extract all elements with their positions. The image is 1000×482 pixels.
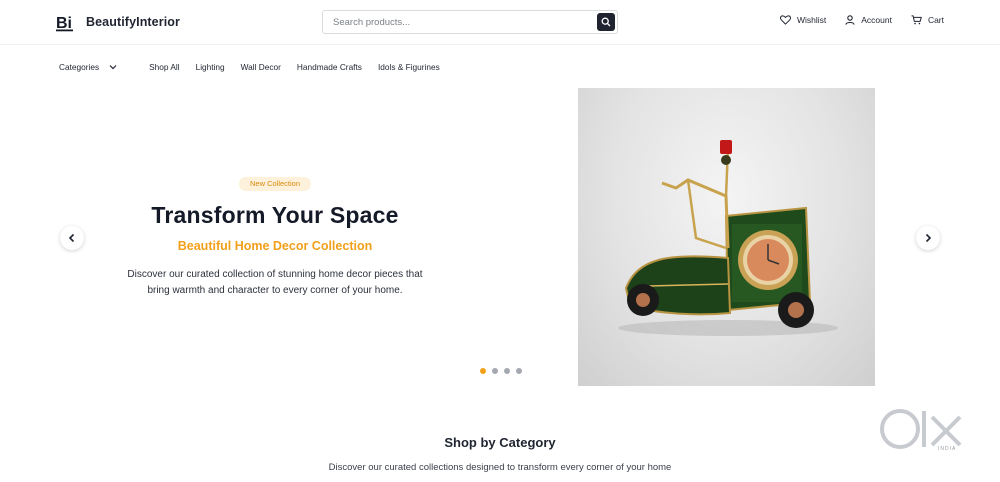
category-section-title: Shop by Category: [444, 435, 556, 450]
new-collection-badge: New Collection: [239, 177, 311, 191]
hero-subtitle: Beautiful Home Decor Collection: [177, 239, 373, 253]
search-icon: [601, 17, 611, 27]
logo-letters: Bi: [56, 15, 72, 32]
categories-dropdown[interactable]: Categories: [59, 62, 117, 72]
nav-item-idols-figurines[interactable]: Idols & Figurines: [378, 62, 440, 72]
categories-label: Categories: [59, 62, 100, 72]
brand-logo[interactable]: Bi BeautifyInterior: [56, 12, 180, 32]
scooter-clock-figurine-image: [618, 140, 838, 336]
hero-product-image[interactable]: [578, 88, 875, 386]
cart-label: Cart: [927, 15, 944, 25]
hero-carousel: New Collection Transform Your Space Beau…: [0, 88, 1000, 386]
hero-content: New Collection Transform Your Space Beau…: [100, 88, 450, 386]
search-bar: [322, 10, 618, 34]
cart-link[interactable]: Cart: [911, 15, 944, 25]
carousel-prev-button[interactable]: [60, 226, 84, 250]
account-link[interactable]: Account: [845, 15, 892, 25]
main-nav: Categories Shop All Lighting Wall Decor …: [59, 62, 456, 72]
chevron-right-icon: [925, 233, 932, 243]
nav-item-handmade-crafts[interactable]: Handmade Crafts: [297, 62, 362, 72]
nav-item-lighting[interactable]: Lighting: [196, 62, 225, 72]
site-header: Bi BeautifyInterior Wishlist Acc: [0, 0, 1000, 45]
chevron-left-icon: [68, 233, 75, 243]
heart-icon: [779, 15, 791, 25]
search-button[interactable]: [597, 13, 615, 31]
carousel-dots: [480, 368, 522, 374]
brand-name: BeautifyInterior: [86, 15, 180, 29]
account-label: Account: [861, 15, 892, 25]
header-actions: Wishlist Account Cart: [779, 15, 944, 25]
carousel-dot-2[interactable]: [492, 368, 498, 374]
wishlist-link[interactable]: Wishlist: [779, 15, 827, 25]
nav-item-shop-all[interactable]: Shop All: [149, 62, 179, 72]
hero-description: Discover our curated collection of stunn…: [127, 269, 423, 296]
search-input[interactable]: [323, 11, 599, 33]
carousel-dot-4[interactable]: [516, 368, 522, 374]
hero-title: Transform Your Space: [151, 202, 399, 228]
chevron-down-icon: [109, 65, 117, 70]
cart-icon: [911, 15, 922, 25]
user-icon: [845, 15, 855, 25]
watermark-sub-label: INDIA: [938, 446, 957, 452]
category-section-description: Discover our curated collections designe…: [328, 462, 672, 473]
wishlist-label: Wishlist: [796, 15, 827, 25]
nav-item-wall-decor[interactable]: Wall Decor: [241, 62, 281, 72]
carousel-dot-3[interactable]: [504, 368, 510, 374]
carousel-dot-1[interactable]: [480, 368, 486, 374]
logo-mark-icon: Bi: [56, 12, 76, 32]
carousel-next-button[interactable]: [916, 226, 940, 250]
